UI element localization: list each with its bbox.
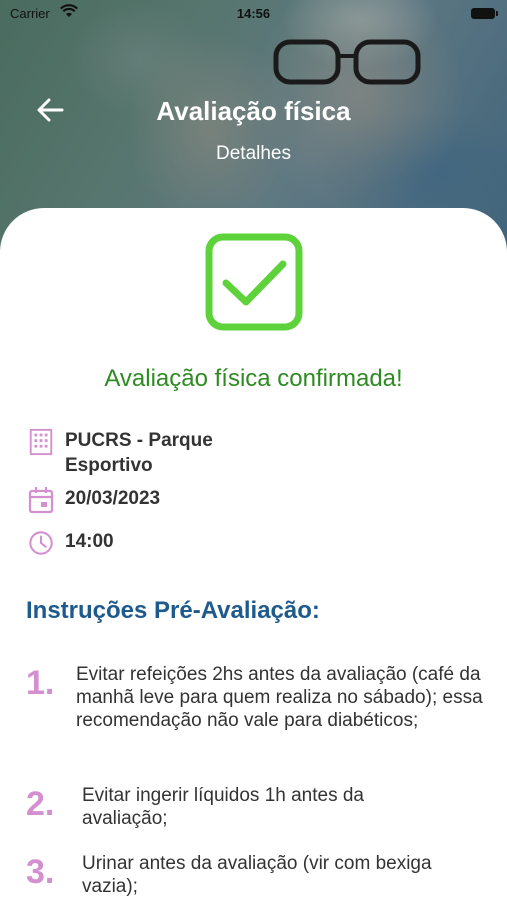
time-text: 14:00 xyxy=(65,531,114,552)
calendar-icon xyxy=(28,487,54,514)
instructions-title: Instruções Pré-Avaliação: xyxy=(26,597,320,624)
page-title: Avaliação física xyxy=(156,96,351,126)
battery-icon xyxy=(471,8,498,19)
list-item-text: Evitar ingerir líquidos 1h antes da aval… xyxy=(82,785,364,829)
building-icon xyxy=(29,428,53,456)
page-subtitle: Detalhes xyxy=(216,143,291,164)
photo-glasses-shape xyxy=(273,39,421,85)
date-row: 20/03/2023 xyxy=(28,486,160,514)
list-item-number: 1. xyxy=(26,664,55,702)
list-item: 2. Evitar ingerir líquidos 1h antes da a… xyxy=(26,784,486,830)
list-item-number: 2. xyxy=(26,785,55,823)
location-row: PUCRS - Parque Esportivo xyxy=(28,428,245,478)
list-item: 3. Urinar antes da avaliação (vir com be… xyxy=(26,852,486,898)
list-item: 1. Evitar refeições 2hs antes da avaliaç… xyxy=(26,663,486,732)
time-row: 14:00 xyxy=(28,529,114,557)
status-bar: Carrier 14:56 xyxy=(0,0,507,28)
location-text: PUCRS - Parque Esportivo xyxy=(65,430,213,476)
checkbox-checked-icon xyxy=(205,233,303,331)
status-time: 14:56 xyxy=(236,6,271,21)
list-item-number: 3. xyxy=(26,853,55,891)
list-item-text: Urinar antes da avaliação (vir com bexig… xyxy=(82,853,432,897)
list-item-text: Evitar refeições 2hs antes da avaliação … xyxy=(76,664,483,731)
clock-icon xyxy=(29,531,53,555)
date-text: 20/03/2023 xyxy=(65,488,161,509)
confirmation-message: Avaliação física confirmada! xyxy=(104,365,403,392)
